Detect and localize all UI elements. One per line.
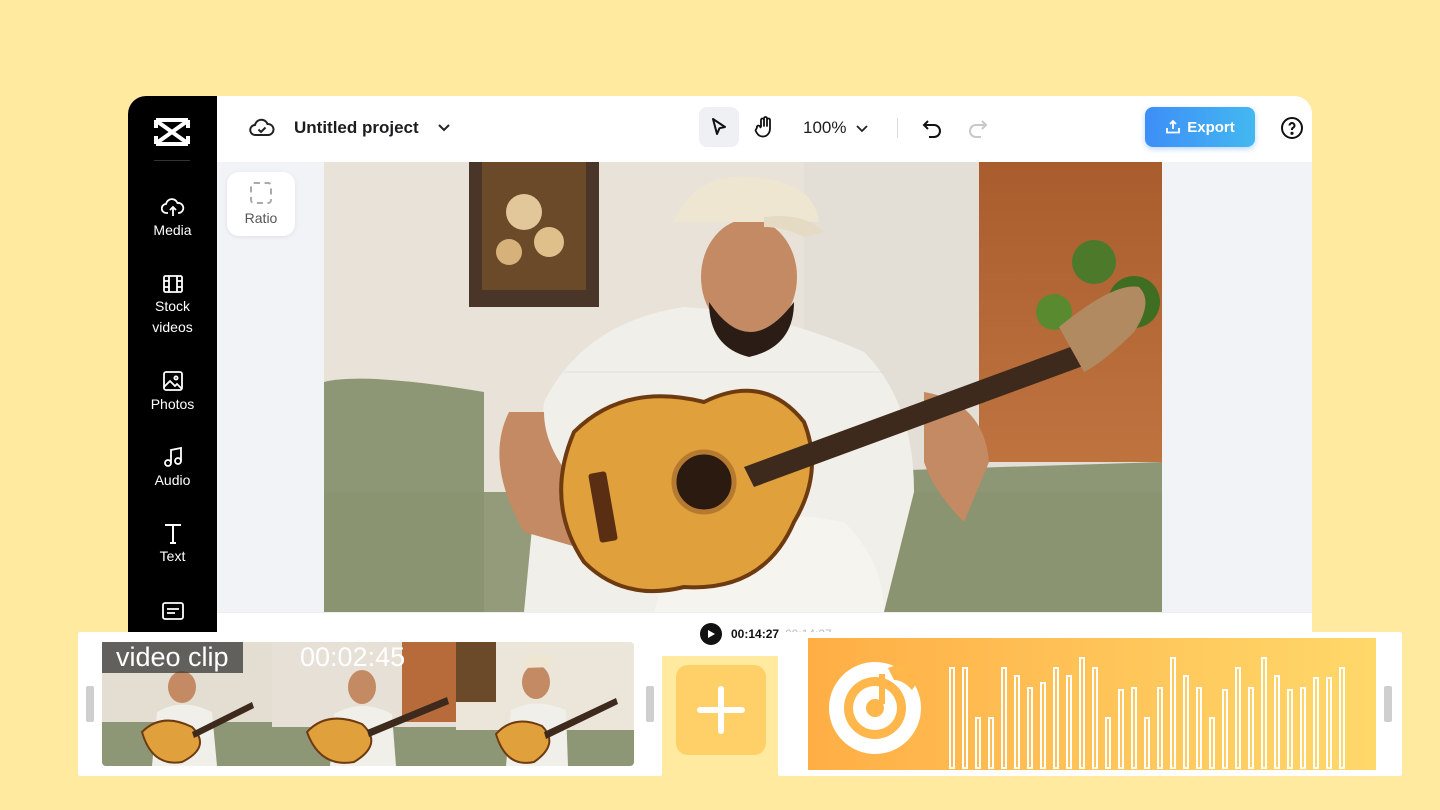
waveform-bar bbox=[1105, 717, 1111, 769]
text-icon bbox=[164, 524, 181, 544]
zoom-level[interactable]: 100% bbox=[803, 118, 846, 138]
editor-window: Media Stock videos Photos Audio Text Unt… bbox=[128, 96, 1312, 656]
capcut-logo bbox=[154, 118, 190, 146]
ratio-button[interactable]: Ratio bbox=[227, 172, 295, 236]
preview-canvas: Ratio bbox=[217, 162, 1312, 612]
waveform-bar bbox=[1326, 677, 1332, 769]
export-label: Export bbox=[1187, 118, 1235, 136]
waveform-bar bbox=[1027, 687, 1033, 769]
waveform-bar bbox=[1274, 675, 1280, 769]
audio-clip-card[interactable] bbox=[778, 632, 1402, 776]
waveform-bar bbox=[1144, 717, 1150, 769]
waveform-bar bbox=[1248, 687, 1254, 769]
waveform-bar bbox=[1261, 657, 1267, 769]
waveform-bar bbox=[1014, 675, 1020, 769]
waveform-bar bbox=[1313, 677, 1319, 769]
waveform-bar bbox=[1079, 657, 1085, 769]
image-icon bbox=[162, 371, 183, 391]
sidebar: Media Stock videos Photos Audio Text bbox=[128, 96, 217, 656]
clip-duration: 00:02:45 bbox=[300, 642, 406, 672]
waveform-bar bbox=[975, 717, 981, 769]
add-clip-button[interactable] bbox=[676, 665, 766, 755]
waveform-bar bbox=[1040, 682, 1046, 769]
undo-icon[interactable] bbox=[920, 116, 944, 140]
sidebar-item-label: Stock videos bbox=[152, 298, 193, 335]
waveform-bar bbox=[1170, 657, 1176, 769]
trim-handle-left[interactable] bbox=[86, 686, 94, 722]
sidebar-item-label: Audio bbox=[154, 472, 191, 488]
hand-tool-button[interactable] bbox=[745, 107, 785, 147]
waveform-bar bbox=[1287, 689, 1293, 769]
cursor-arrow-icon bbox=[712, 118, 726, 135]
chevron-down-icon[interactable] bbox=[853, 119, 871, 137]
hand-icon bbox=[754, 116, 771, 138]
sidebar-item-text[interactable]: Text bbox=[128, 522, 217, 567]
top-bar: Untitled project 100% Export bbox=[217, 96, 1312, 162]
waveform-bar bbox=[1209, 717, 1215, 769]
video-clip-card[interactable]: video clip 00:02:45 bbox=[78, 632, 662, 776]
video-preview-frame[interactable] bbox=[324, 162, 1162, 612]
current-time: 00:14:27 bbox=[731, 627, 780, 641]
project-title[interactable]: Untitled project bbox=[294, 118, 419, 138]
film-icon bbox=[162, 275, 183, 293]
aspect-ratio-icon bbox=[250, 182, 272, 204]
sidebar-item-label: Media bbox=[153, 222, 192, 238]
plus-icon bbox=[697, 686, 745, 734]
captions-icon bbox=[161, 602, 184, 620]
clip-label: video clip bbox=[102, 642, 243, 673]
play-icon bbox=[708, 630, 715, 638]
waveform-bar bbox=[1001, 667, 1007, 769]
waveform-bar bbox=[1157, 687, 1163, 769]
export-button[interactable]: Export bbox=[1145, 107, 1255, 147]
waveform-bar bbox=[1222, 689, 1228, 769]
play-button[interactable] bbox=[700, 623, 722, 645]
waveform-bar bbox=[1092, 667, 1098, 769]
waveform-bar bbox=[1066, 675, 1072, 769]
cloud-sync-icon[interactable] bbox=[249, 116, 275, 140]
waveform-bar bbox=[1118, 689, 1124, 769]
waveform-bar bbox=[962, 667, 968, 769]
waveform-bar bbox=[1196, 687, 1202, 769]
select-tool-button[interactable] bbox=[699, 107, 739, 147]
waveform-bar bbox=[1339, 667, 1345, 769]
export-icon bbox=[1166, 119, 1181, 134]
music-note-icon bbox=[163, 446, 182, 467]
music-disc-icon bbox=[829, 662, 921, 754]
sidebar-item-photos[interactable]: Photos bbox=[128, 370, 217, 415]
waveform-bar bbox=[988, 717, 994, 769]
waveform-bar bbox=[1300, 687, 1306, 769]
sidebar-item-media[interactable]: Media bbox=[128, 196, 217, 241]
waveform-bars bbox=[949, 657, 1345, 769]
waveform-bar bbox=[1235, 667, 1241, 769]
ratio-label: Ratio bbox=[244, 210, 278, 226]
help-icon[interactable] bbox=[1280, 116, 1304, 140]
sidebar-item-captions[interactable] bbox=[128, 600, 217, 624]
audio-waveform bbox=[829, 657, 1345, 769]
chevron-down-icon[interactable] bbox=[435, 118, 453, 136]
sidebar-item-label: Text bbox=[159, 548, 186, 564]
sidebar-item-stock-videos[interactable]: Stock videos bbox=[128, 274, 217, 338]
waveform-bar bbox=[1053, 667, 1059, 769]
waveform-bar bbox=[1183, 675, 1189, 769]
cloud-upload-icon bbox=[160, 198, 184, 216]
logo-divider bbox=[154, 160, 190, 161]
trim-handle-right[interactable] bbox=[1384, 686, 1392, 722]
audio-waveform-track bbox=[808, 638, 1376, 770]
trim-handle-right[interactable] bbox=[646, 686, 654, 722]
waveform-bar bbox=[1131, 687, 1137, 769]
sidebar-item-audio[interactable]: Audio bbox=[128, 446, 217, 491]
sidebar-item-label: Photos bbox=[150, 396, 195, 412]
waveform-bar bbox=[949, 667, 955, 769]
clip-thumbnail bbox=[456, 642, 634, 766]
toolbar-divider bbox=[897, 118, 898, 138]
redo-icon[interactable] bbox=[966, 116, 990, 140]
